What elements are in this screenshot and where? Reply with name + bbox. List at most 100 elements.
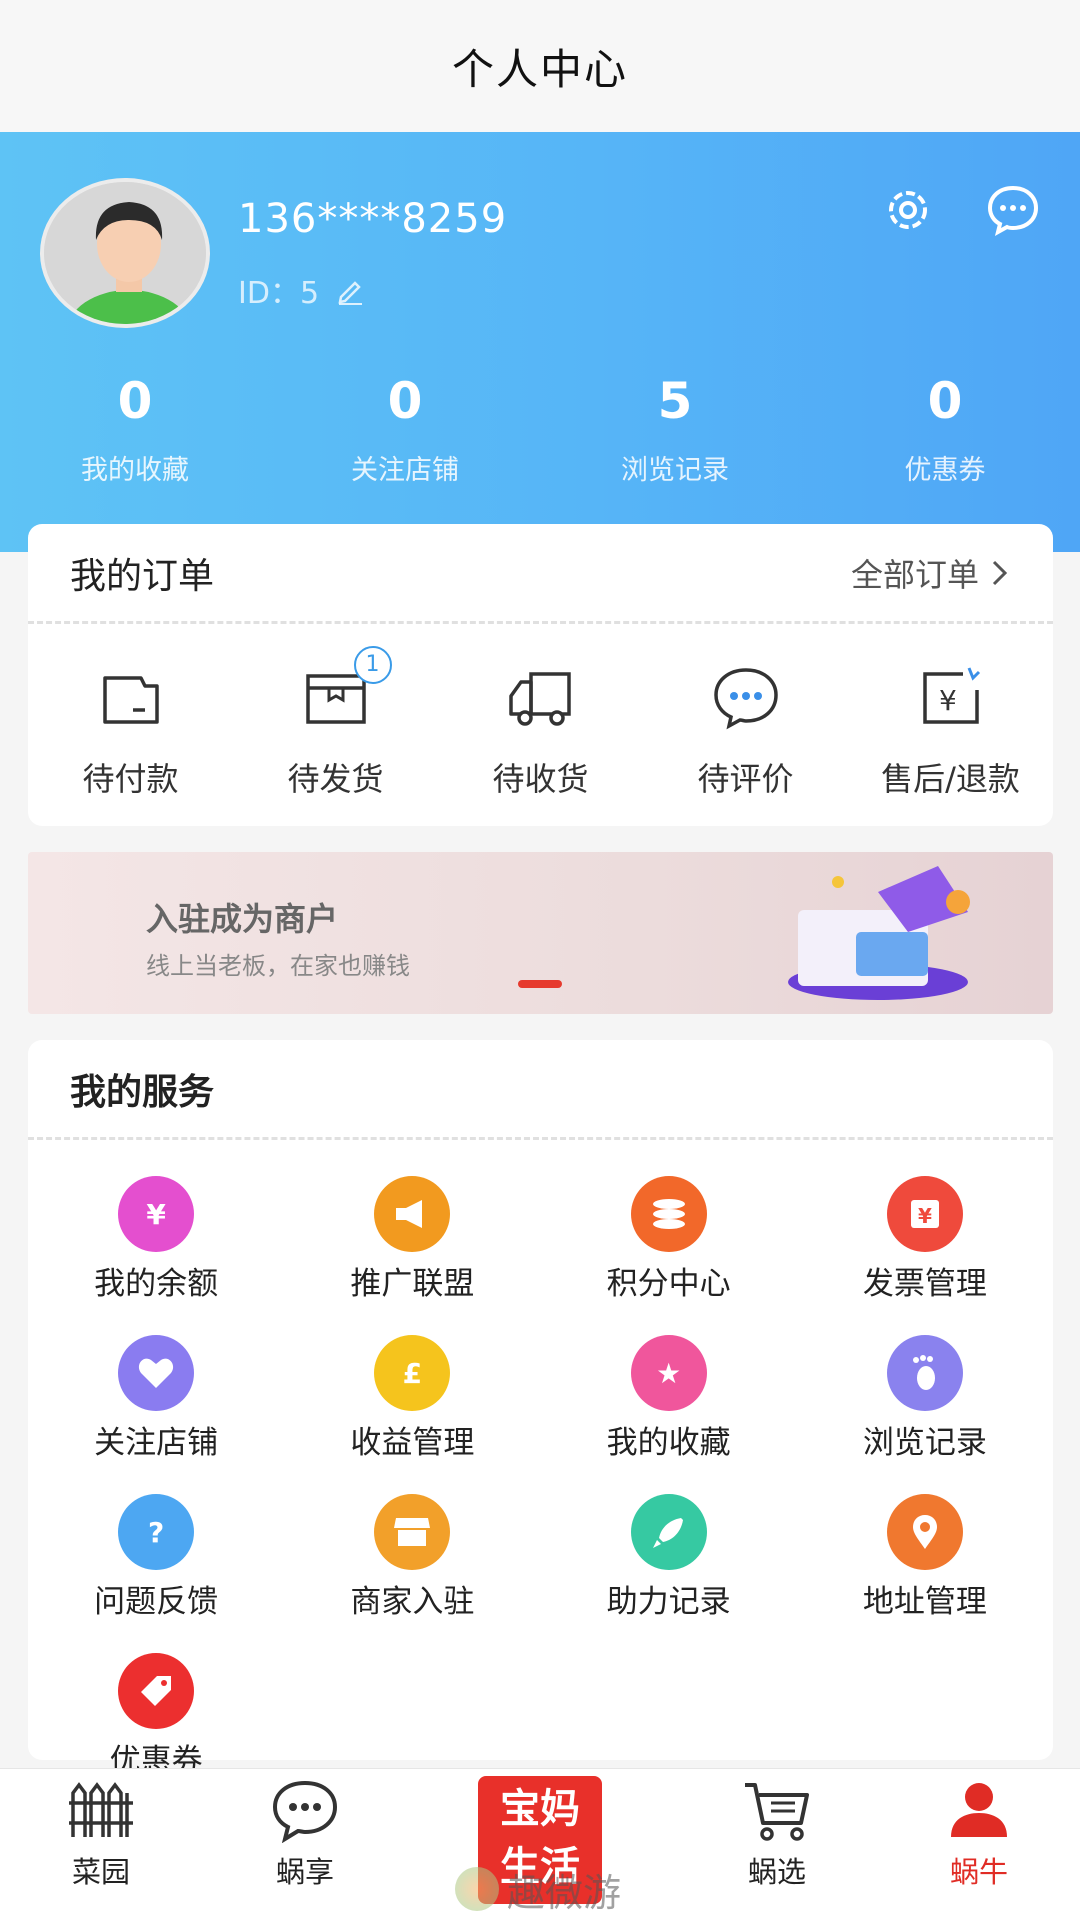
service-label: 发票管理 <box>862 1266 987 1302</box>
service-label: 商家入驻 <box>350 1584 475 1620</box>
cart-icon <box>745 1783 809 1841</box>
service-label: 我的余额 <box>94 1266 219 1302</box>
service-promotion[interactable]: 推广联盟 <box>284 1176 540 1303</box>
tab-label: 蜗牛 <box>949 1855 1008 1889</box>
user-id: ID：5 <box>238 268 365 312</box>
logo-line-1: 宝妈 <box>500 1786 580 1832</box>
banner-pager-dot <box>518 980 562 988</box>
message-icon[interactable] <box>985 182 1041 238</box>
tab-profile[interactable]: 蜗牛 <box>914 1779 1044 1891</box>
service-boost-records[interactable]: 助力记录 <box>541 1494 797 1621</box>
service-feedback[interactable]: ? 问题反馈 <box>28 1494 284 1621</box>
order-label: 待付款 <box>82 760 179 798</box>
service-label: 助力记录 <box>606 1584 731 1620</box>
banner-subtitle: 线上当老板，在家也赚钱 <box>146 952 410 980</box>
services-grid: ¥ 我的余额 推广联盟 积分中心 ¥ 发票管理 关注店铺 £ 收益管理 ★ 我的… <box>28 1140 1053 1780</box>
service-invoice[interactable]: ¥ 发票管理 <box>797 1176 1053 1303</box>
profile-stats: 0 我的收藏 0 关注店铺 5 浏览记录 0 优惠券 <box>0 372 1080 487</box>
service-label: 浏览记录 <box>862 1425 987 1461</box>
wallet-icon <box>102 676 159 724</box>
order-status-row: 待付款 1 待发货 待收货 待评价 ¥ 售后/退款 <box>28 624 1053 800</box>
service-history[interactable]: 浏览记录 <box>797 1335 1053 1462</box>
pound-bag-icon: £ <box>374 1335 451 1411</box>
fence-icon <box>69 1782 133 1837</box>
stat-favorites[interactable]: 0 我的收藏 <box>0 372 270 487</box>
order-count-badge: 1 <box>353 646 392 684</box>
stat-value: 5 <box>657 372 693 430</box>
service-favorites[interactable]: ★ 我的收藏 <box>541 1335 797 1462</box>
order-pending-review[interactable]: 待评价 <box>646 660 846 800</box>
order-pending-receipt[interactable]: 待收货 <box>441 660 641 800</box>
footprint-icon <box>886 1335 963 1411</box>
money-bag-icon: ¥ <box>118 1176 195 1252</box>
order-label: 售后/退款 <box>881 760 1020 798</box>
order-label: 待发货 <box>287 760 384 798</box>
all-orders-link[interactable]: 全部订单 <box>851 550 1011 596</box>
order-label: 待收货 <box>492 760 589 798</box>
service-earnings[interactable]: £ 收益管理 <box>284 1335 540 1462</box>
tab-shop[interactable]: 蜗选 <box>712 1779 842 1891</box>
watermark-text: 趣微游 <box>507 1870 622 1915</box>
heart-icon <box>118 1335 195 1411</box>
settings-gear-icon[interactable] <box>880 182 936 238</box>
service-label: 推广联盟 <box>350 1266 475 1302</box>
svg-text:¥: ¥ <box>918 1204 932 1228</box>
stat-followed-shops[interactable]: 0 关注店铺 <box>270 372 540 487</box>
tab-share[interactable]: 蜗享 <box>240 1779 370 1891</box>
chat-bubble-icon <box>272 1780 338 1844</box>
merchant-join-banner[interactable]: 入驻成为商户 线上当老板，在家也赚钱 <box>28 852 1053 1014</box>
watermark-logo-icon <box>455 1867 499 1911</box>
refund-icon: ¥ <box>922 667 980 724</box>
tab-label: 菜园 <box>71 1855 130 1889</box>
invoice-icon: ¥ <box>886 1176 963 1252</box>
orders-title: 我的订单 <box>70 555 215 597</box>
services-title: 我的服务 <box>70 1071 215 1113</box>
order-pending-shipment[interactable]: 1 待发货 <box>236 646 436 800</box>
page-title: 个人中心 <box>451 44 628 94</box>
stat-coupons[interactable]: 0 优惠券 <box>810 372 1080 487</box>
watermark: 趣微游 <box>455 1866 645 1915</box>
truck-icon <box>508 672 571 726</box>
service-merchant-join[interactable]: 商家入驻 <box>284 1494 540 1621</box>
question-icon: ? <box>118 1494 195 1570</box>
my-services-card: 我的服务 ¥ 我的余额 推广联盟 积分中心 ¥ 发票管理 关注店铺 £ 收益管理… <box>28 1040 1053 1779</box>
edit-pencil-icon[interactable] <box>335 275 365 305</box>
order-label: 待评价 <box>697 760 794 798</box>
location-icon <box>886 1494 963 1570</box>
avatar[interactable] <box>40 178 210 328</box>
user-id-label: ID：5 <box>238 276 320 311</box>
service-points[interactable]: 积分中心 <box>541 1176 797 1303</box>
rocket-icon <box>630 1494 707 1570</box>
service-address[interactable]: 地址管理 <box>797 1494 1053 1621</box>
svg-text:¥: ¥ <box>939 684 957 717</box>
order-refund[interactable]: ¥ 售后/退款 <box>851 660 1051 800</box>
stat-value: 0 <box>927 372 963 430</box>
tab-garden[interactable]: 菜园 <box>36 1779 166 1891</box>
shop-icon <box>374 1494 451 1570</box>
order-pending-payment[interactable]: 待付款 <box>31 660 231 800</box>
stat-value: 0 <box>117 372 153 430</box>
stat-history[interactable]: 5 浏览记录 <box>540 372 810 487</box>
service-balance[interactable]: ¥ 我的余额 <box>28 1176 284 1303</box>
coupon-tag-icon <box>118 1653 195 1729</box>
services-header: 我的服务 <box>28 1040 1053 1140</box>
banner-title: 入驻成为商户 <box>146 900 339 938</box>
service-label: 问题反馈 <box>94 1584 219 1620</box>
stat-label: 关注店铺 <box>351 455 459 486</box>
service-label: 收益管理 <box>350 1425 475 1461</box>
user-phone: 136****8259 <box>238 196 508 242</box>
orders-header: 我的订单 全部订单 <box>28 524 1053 624</box>
chat-icon <box>713 668 778 730</box>
all-orders-label: 全部订单 <box>850 555 979 594</box>
user-icon <box>951 1783 1007 1837</box>
tab-label: 蜗享 <box>275 1855 334 1889</box>
service-label: 我的收藏 <box>606 1425 731 1461</box>
service-followed-shops[interactable]: 关注店铺 <box>28 1335 284 1462</box>
star-icon: ★ <box>630 1335 707 1411</box>
stat-label: 我的收藏 <box>81 455 189 486</box>
coins-icon <box>630 1176 707 1252</box>
gift-box-illustration <box>788 866 970 1000</box>
megaphone-icon <box>374 1176 451 1252</box>
service-coupons[interactable]: 优惠券 <box>28 1653 284 1780</box>
service-label: 积分中心 <box>606 1266 731 1302</box>
